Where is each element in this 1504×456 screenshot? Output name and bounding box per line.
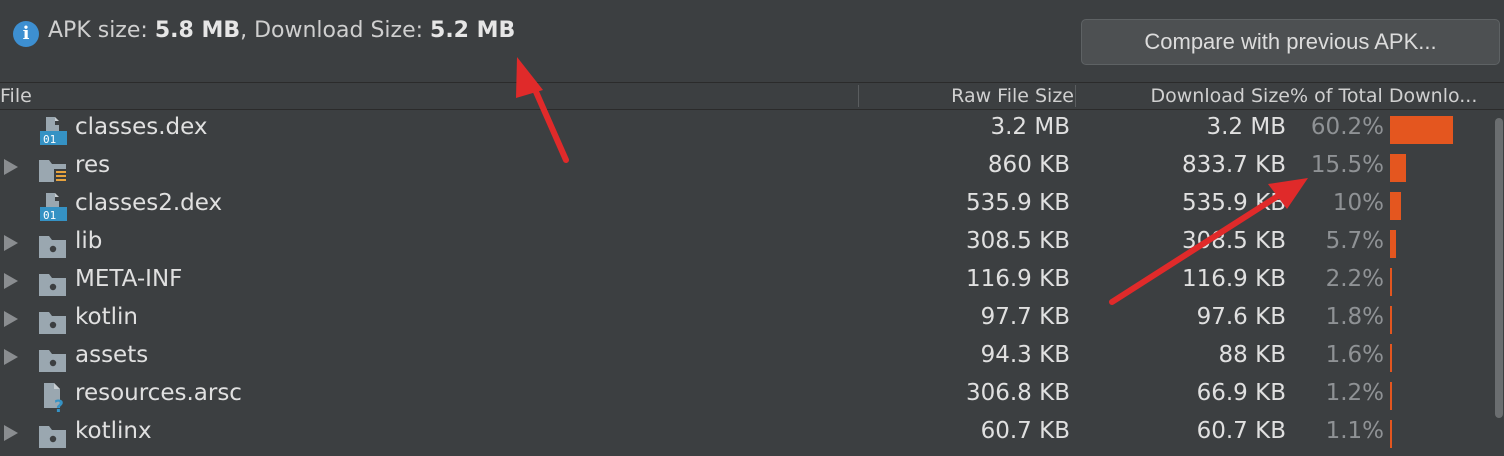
percent-bar (1390, 382, 1392, 410)
percent-bar (1390, 420, 1392, 448)
expand-arrow-icon[interactable] (4, 425, 18, 441)
percent-bar (1390, 154, 1406, 182)
download-size: 833.7 KB (1181, 152, 1286, 178)
file-name: assets (75, 342, 149, 368)
percent-of-total: 1.8% (1325, 304, 1384, 330)
percent-bar (1390, 306, 1392, 334)
download-size-label: , Download Size: (240, 18, 431, 43)
table-row[interactable]: res 860 KB 833.7 KB 15.5% (0, 148, 1494, 186)
expand-arrow-icon[interactable] (4, 159, 18, 175)
percent-of-total: 2.2% (1325, 266, 1384, 292)
table-row[interactable]: 01 classes2.dex 535.9 KB 535.9 KB 10% (0, 186, 1494, 224)
table-row[interactable]: META-INF 116.9 KB 116.9 KB 2.2% (0, 262, 1494, 300)
column-header-percent[interactable]: % of Total Downlo... (1290, 85, 1477, 107)
table-row[interactable]: assets 94.3 KB 88 KB 1.6% (0, 338, 1494, 376)
file-name: res (75, 152, 111, 178)
dex-file-icon: 01 (38, 116, 68, 146)
table-row[interactable]: ? resources.arsc 306.8 KB 66.9 KB 1.2% (0, 376, 1494, 417)
column-header-raw-size[interactable]: Raw File Size (951, 85, 1074, 107)
percent-of-total: 60.2% (1310, 114, 1384, 140)
column-divider[interactable] (858, 85, 859, 107)
raw-file-size: 60.7 KB (980, 418, 1070, 444)
percent-of-total: 5.7% (1325, 228, 1384, 254)
percent-of-total: 1.6% (1325, 342, 1384, 368)
raw-file-size: 306.8 KB (965, 380, 1070, 406)
folder-icon (38, 420, 68, 450)
percent-of-total: 1.2% (1325, 380, 1384, 406)
svg-text:?: ? (54, 397, 64, 412)
table-row[interactable]: kotlinx 60.7 KB 60.7 KB 1.1% (0, 414, 1494, 452)
download-size: 97.6 KB (1196, 304, 1286, 330)
file-table: 01 classes.dex 3.2 MB 3.2 MB 60.2% res 860 KB 8… (0, 110, 1494, 452)
column-header-file[interactable]: File (0, 85, 32, 107)
download-size-value: 5.2 MB (430, 18, 516, 43)
scrollbar-thumb[interactable] (1495, 118, 1503, 418)
apk-size-value: 5.8 MB (154, 18, 241, 43)
expand-arrow-icon[interactable] (4, 235, 18, 251)
percent-bar (1390, 192, 1401, 220)
apk-size-summary: APK size: 5.8 MB, Download Size: 5.2 MB (48, 18, 515, 43)
folder-icon (38, 344, 68, 374)
compare-apk-button[interactable]: Compare with previous APK... (1081, 19, 1500, 65)
percent-bar (1390, 116, 1453, 144)
unknown-file-icon: ? (38, 382, 68, 417)
table-row[interactable]: kotlin 97.7 KB 97.6 KB 1.8% (0, 300, 1494, 338)
file-name: lib (75, 228, 103, 254)
info-icon: i (13, 21, 39, 47)
file-name: classes2.dex (75, 190, 223, 216)
folder-icon (38, 306, 68, 336)
table-row[interactable]: lib 308.5 KB 308.5 KB 5.7% (0, 224, 1494, 262)
table-row[interactable]: 01 classes.dex 3.2 MB 3.2 MB 60.2% (0, 110, 1494, 148)
percent-of-total: 10% (1332, 190, 1384, 216)
column-divider[interactable] (1075, 85, 1076, 107)
download-size: 66.9 KB (1196, 380, 1286, 406)
raw-file-size: 3.2 MB (990, 114, 1070, 140)
raw-file-size: 97.7 KB (980, 304, 1070, 330)
dex-file-icon: 01 (38, 192, 68, 222)
percent-of-total: 15.5% (1310, 152, 1384, 178)
raw-file-size: 535.9 KB (965, 190, 1070, 216)
svg-text:01: 01 (43, 133, 56, 146)
percent-bar (1390, 230, 1396, 258)
raw-file-size: 860 KB (987, 152, 1070, 178)
file-name: kotlinx (75, 418, 152, 444)
folder-icon (38, 230, 68, 260)
apk-size-label: APK size: (48, 18, 155, 43)
percent-of-total: 1.1% (1325, 418, 1384, 444)
file-name: classes.dex (75, 114, 208, 140)
apk-summary-bar: i APK size: 5.8 MB, Download Size: 5.2 M… (0, 0, 1504, 80)
table-header: File Raw File Size Download Size % of To… (0, 82, 1504, 110)
download-size: 60.7 KB (1196, 418, 1286, 444)
file-name: resources.arsc (75, 380, 242, 406)
percent-bar (1390, 344, 1392, 372)
folder-icon (38, 268, 68, 298)
svg-text:01: 01 (43, 209, 56, 222)
expand-arrow-icon[interactable] (4, 349, 18, 365)
download-size: 88 KB (1218, 342, 1286, 368)
download-size: 308.5 KB (1181, 228, 1286, 254)
raw-file-size: 94.3 KB (980, 342, 1070, 368)
raw-file-size: 308.5 KB (965, 228, 1070, 254)
percent-bar (1390, 268, 1392, 296)
download-size: 3.2 MB (1206, 114, 1286, 140)
resource-folder-icon (38, 154, 68, 184)
file-name: META-INF (75, 266, 183, 292)
file-name: kotlin (75, 304, 138, 330)
download-size: 116.9 KB (1181, 266, 1286, 292)
download-size: 535.9 KB (1181, 190, 1286, 216)
expand-arrow-icon[interactable] (4, 273, 18, 289)
raw-file-size: 116.9 KB (965, 266, 1070, 292)
expand-arrow-icon[interactable] (4, 311, 18, 327)
column-header-download-size[interactable]: Download Size (1151, 85, 1291, 107)
